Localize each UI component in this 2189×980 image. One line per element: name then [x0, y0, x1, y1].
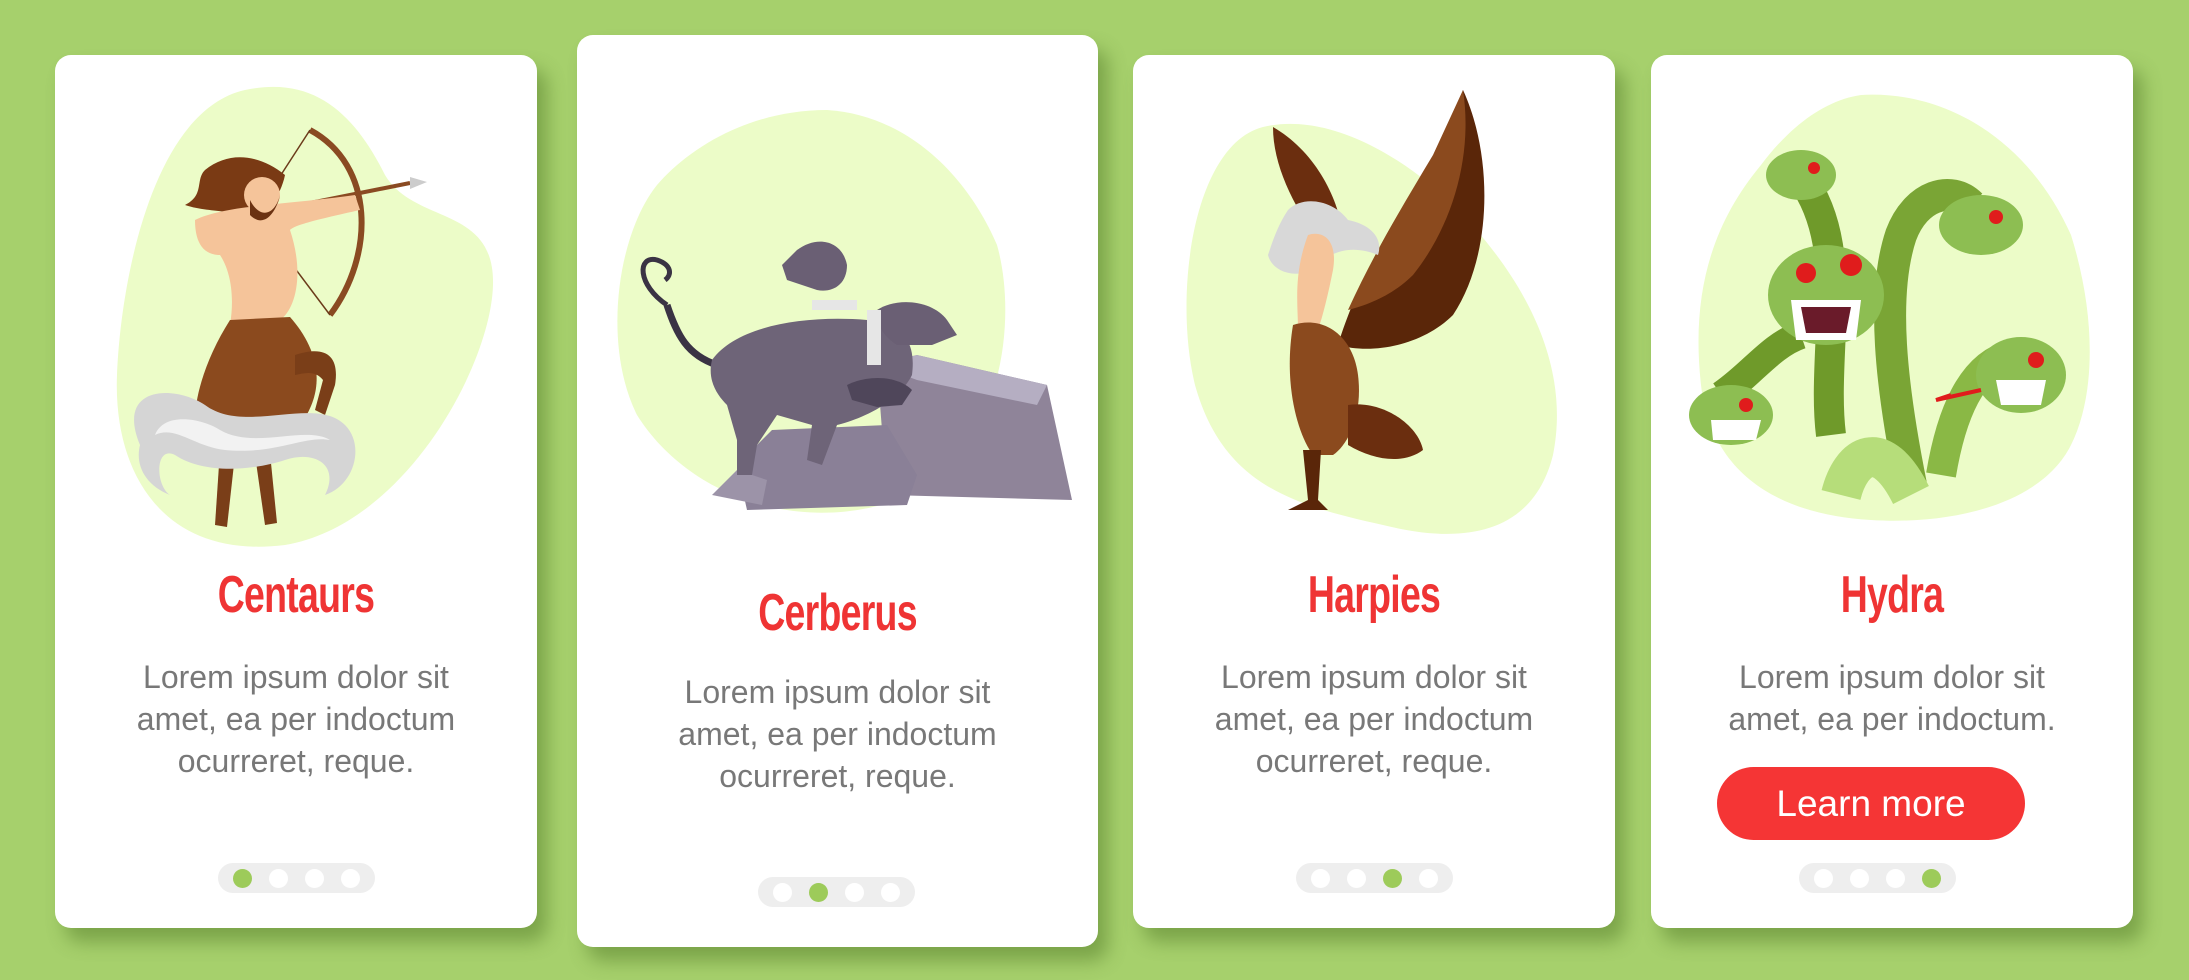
- card-description: Lorem ipsum dolor sit amet, ea per indoc…: [1671, 656, 2113, 740]
- page-dot-1[interactable]: [772, 882, 792, 902]
- page-dot-4[interactable]: [1419, 868, 1439, 888]
- description-line: Lorem ipsum dolor sit: [1221, 659, 1527, 695]
- hydra-icon: [1689, 94, 2090, 521]
- description-line: ocurreret, reque.: [177, 743, 415, 779]
- description-line: ocurreret, reque.: [719, 758, 956, 794]
- learn-more-button[interactable]: Learn more: [1717, 767, 2025, 840]
- page-indicator: [758, 877, 915, 907]
- card-description: Lorem ipsum dolor sit amet, ea per indoc…: [597, 671, 1078, 797]
- page-dot-3[interactable]: [1886, 868, 1906, 888]
- card-description: Lorem ipsum dolor sit amet, ea per indoc…: [1153, 656, 1595, 782]
- centaur-icon: [116, 86, 494, 547]
- hydra-illustration: [1651, 55, 2133, 555]
- onboarding-card-harpies: Harpies Lorem ipsum dolor sit amet, ea p…: [1133, 55, 1615, 928]
- centaur-illustration: [55, 55, 537, 555]
- page-dot-2[interactable]: [1346, 868, 1366, 888]
- page-dot-3[interactable]: [305, 868, 325, 888]
- page-dot-2[interactable]: [808, 882, 828, 902]
- page-dot-1[interactable]: [1310, 868, 1330, 888]
- description-line: amet, ea per indoctum: [136, 701, 456, 737]
- page-indicator: [218, 863, 375, 893]
- description-line: amet, ea per indoctum.: [1728, 701, 2056, 737]
- card-title: Centaurs: [217, 566, 375, 624]
- card-description: Lorem ipsum dolor sit amet, ea per indoc…: [75, 656, 517, 782]
- description-line: amet, ea per indoctum: [1214, 701, 1534, 737]
- page-dot-2[interactable]: [268, 868, 288, 888]
- page-dot-4[interactable]: [881, 882, 901, 902]
- page-dot-4[interactable]: [341, 868, 361, 888]
- page-indicator: [1296, 863, 1453, 893]
- onboarding-card-cerberus: Cerberus Lorem ipsum dolor sit amet, ea …: [577, 35, 1098, 947]
- description-line: ocurreret, reque.: [1255, 743, 1493, 779]
- illustration-blob: [116, 86, 494, 547]
- page-dot-3[interactable]: [1383, 868, 1403, 888]
- page-dot-1[interactable]: [1813, 868, 1833, 888]
- onboarding-card-hydra: Hydra Lorem ipsum dolor sit amet, ea per…: [1651, 55, 2133, 928]
- page-indicator: [1799, 863, 1956, 893]
- page-dot-2[interactable]: [1849, 868, 1869, 888]
- harpy-illustration: [1133, 55, 1615, 555]
- page-dot-4[interactable]: [1922, 868, 1942, 888]
- page-dot-3[interactable]: [845, 882, 865, 902]
- page-dot-1[interactable]: [232, 868, 252, 888]
- description-line: Lorem ipsum dolor sit: [684, 674, 991, 710]
- harpy-icon: [1186, 90, 1557, 534]
- three-headed-dog-icon: [617, 110, 1072, 513]
- card-title: Harpies: [1307, 566, 1441, 624]
- description-line: Lorem ipsum dolor sit: [1739, 659, 2045, 695]
- cerberus-illustration: [577, 35, 1098, 535]
- card-title: Hydra: [1840, 566, 1944, 624]
- description-line: amet, ea per indoctum: [678, 716, 997, 752]
- card-title: Cerberus: [758, 584, 917, 642]
- onboarding-card-centaurs: Centaurs Lorem ipsum dolor sit amet, ea …: [55, 55, 537, 928]
- description-line: Lorem ipsum dolor sit: [143, 659, 449, 695]
